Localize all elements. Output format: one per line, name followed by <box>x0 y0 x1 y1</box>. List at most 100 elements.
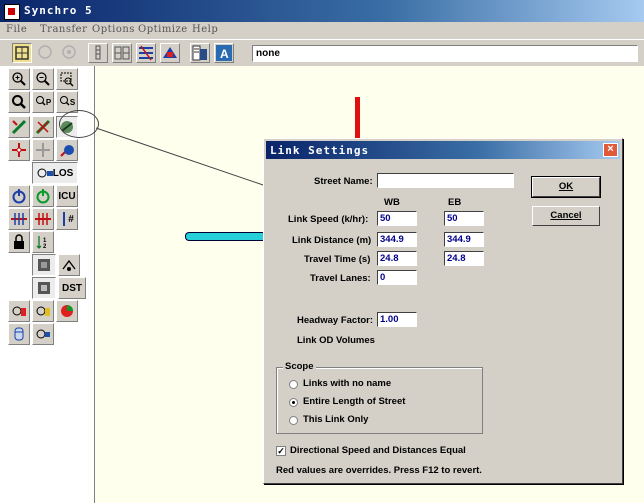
cancel-button-label: Cancel <box>550 210 582 221</box>
headway-factor-input[interactable]: 1.00 <box>377 312 417 327</box>
lock-button[interactable] <box>8 231 30 253</box>
volumes-button[interactable] <box>60 43 80 63</box>
timer-green-button[interactable] <box>32 300 54 322</box>
signal-plan-icon <box>62 259 76 271</box>
street-name-input[interactable] <box>377 173 514 188</box>
zoom-previous-button[interactable]: P <box>32 91 54 113</box>
delete-link-button[interactable] <box>32 116 54 138</box>
radio-links-no-name-label[interactable]: Links with no name <box>303 378 391 389</box>
radio-entire-street[interactable] <box>289 398 298 407</box>
database-icon <box>14 327 24 341</box>
move-node-icon <box>36 143 50 157</box>
travel-time-wb-input[interactable]: 24.8 <box>377 251 417 266</box>
timer-blue-icon <box>36 329 50 339</box>
link-od-volumes-label[interactable]: Link OD Volumes <box>297 335 375 346</box>
timer-red-button[interactable] <box>8 300 30 322</box>
travel-lanes-wb-input[interactable]: 0 <box>377 270 417 285</box>
los-button[interactable]: LOS <box>32 162 78 184</box>
move-node-button[interactable] <box>32 139 54 161</box>
timer-blue-button[interactable] <box>32 323 54 345</box>
zoom-window-icon <box>60 72 74 87</box>
font-button[interactable]: A <box>214 43 234 63</box>
radio-this-link-only-label[interactable]: This Link Only <box>303 414 368 425</box>
optimize-cycle-icon <box>11 213 27 225</box>
timer-red-icon <box>12 306 26 316</box>
volumes-icon <box>62 45 76 59</box>
lanes-icon <box>38 45 52 59</box>
ok-button[interactable]: OK <box>531 176 601 198</box>
coordinate-button[interactable]: # <box>56 208 78 230</box>
dst-button[interactable]: DST <box>58 277 86 299</box>
power-blue-button[interactable] <box>8 185 30 207</box>
map-view-button[interactable] <box>12 43 32 63</box>
link-speed-eb-input[interactable]: 50 <box>444 211 484 226</box>
add-link-button[interactable] <box>8 116 30 138</box>
link-distance-label: Link Distance (m) <box>292 235 372 246</box>
svg-text:A: A <box>220 47 229 61</box>
menu-help[interactable]: Help <box>192 24 218 35</box>
radio-links-no-name[interactable] <box>289 380 298 389</box>
scope-legend: Scope <box>283 361 316 372</box>
optimize-cycle-button[interactable] <box>8 208 30 230</box>
optimize-network-icon <box>35 213 51 225</box>
icu-button[interactable]: ICU <box>56 185 78 207</box>
menu-options[interactable]: Options <box>92 24 135 35</box>
directional-equal-label[interactable]: Directional Speed and Distances Equal <box>290 445 466 456</box>
link-distance-wb-input[interactable]: 344.9 <box>377 232 417 247</box>
add-node-button[interactable] <box>8 139 30 161</box>
delete-link-icon <box>35 119 51 135</box>
link-distance-eb-input[interactable]: 344.9 <box>444 232 484 247</box>
cancel-button[interactable]: Cancel <box>532 206 600 226</box>
reports-button[interactable] <box>190 43 210 63</box>
zoom-all-icon <box>12 95 26 109</box>
sort-button[interactable]: 12 <box>32 231 54 253</box>
signal-button[interactable] <box>160 43 180 63</box>
close-button[interactable]: × <box>603 143 618 157</box>
signal-icon <box>163 47 177 58</box>
icu-label: ICU <box>58 190 76 202</box>
pie-chart-button[interactable] <box>56 300 78 322</box>
optimize-network-button[interactable] <box>32 208 54 230</box>
zoom-in-button[interactable] <box>8 68 30 90</box>
simulation-button[interactable] <box>136 43 156 63</box>
menu-optimize[interactable]: Optimize <box>138 24 188 35</box>
node-settings-icon <box>60 145 74 157</box>
node-settings-button[interactable] <box>56 139 78 161</box>
directional-equal-checkbox[interactable]: ✓ <box>276 446 286 456</box>
selection-field[interactable]: none <box>252 45 638 62</box>
dst-map-icon <box>38 282 50 294</box>
synchro-window: Synchro 5 File Transfer Options Optimize… <box>0 0 644 503</box>
menu-file[interactable]: File <box>6 24 27 35</box>
zoom-window-button[interactable] <box>56 68 78 90</box>
radio-entire-street-label[interactable]: Entire Length of Street <box>303 396 405 407</box>
link-speed-label: Link Speed (k/hr): <box>288 214 369 225</box>
add-node-icon <box>12 143 26 157</box>
zoom-out-button[interactable] <box>32 68 54 90</box>
app-icon <box>4 4 20 20</box>
timing-button[interactable] <box>88 43 108 63</box>
radio-this-link-only[interactable] <box>289 416 298 425</box>
database-button[interactable] <box>8 323 30 345</box>
zoom-all-button[interactable] <box>8 91 30 113</box>
add-link-icon <box>11 119 27 135</box>
sort-icon: 12 <box>36 236 47 250</box>
link-speed-wb-input[interactable]: 50 <box>377 211 417 226</box>
menu-bar: File Transfer Options Optimize Help <box>0 22 644 39</box>
power-green-button[interactable] <box>32 185 54 207</box>
zoom-scale-icon <box>59 96 70 106</box>
lanes-button[interactable] <box>36 43 56 63</box>
dst-label: DST <box>62 282 82 294</box>
window-title: Synchro 5 <box>24 4 93 17</box>
detector-button[interactable] <box>32 254 56 276</box>
dialog-title-bar: Link Settings × <box>266 141 620 159</box>
zoom-out-icon <box>36 72 50 86</box>
dst-map-button[interactable] <box>32 277 56 299</box>
power-green-icon <box>36 189 50 204</box>
westbound-link[interactable] <box>185 232 266 241</box>
signal-plan-button[interactable] <box>58 254 80 276</box>
headway-factor-label: Headway Factor: <box>297 315 374 326</box>
travel-time-eb-input[interactable]: 24.8 <box>444 251 484 266</box>
menu-transfer[interactable]: Transfer <box>40 24 87 35</box>
zoom-in-icon <box>12 72 26 86</box>
phasing-button[interactable] <box>112 43 132 63</box>
